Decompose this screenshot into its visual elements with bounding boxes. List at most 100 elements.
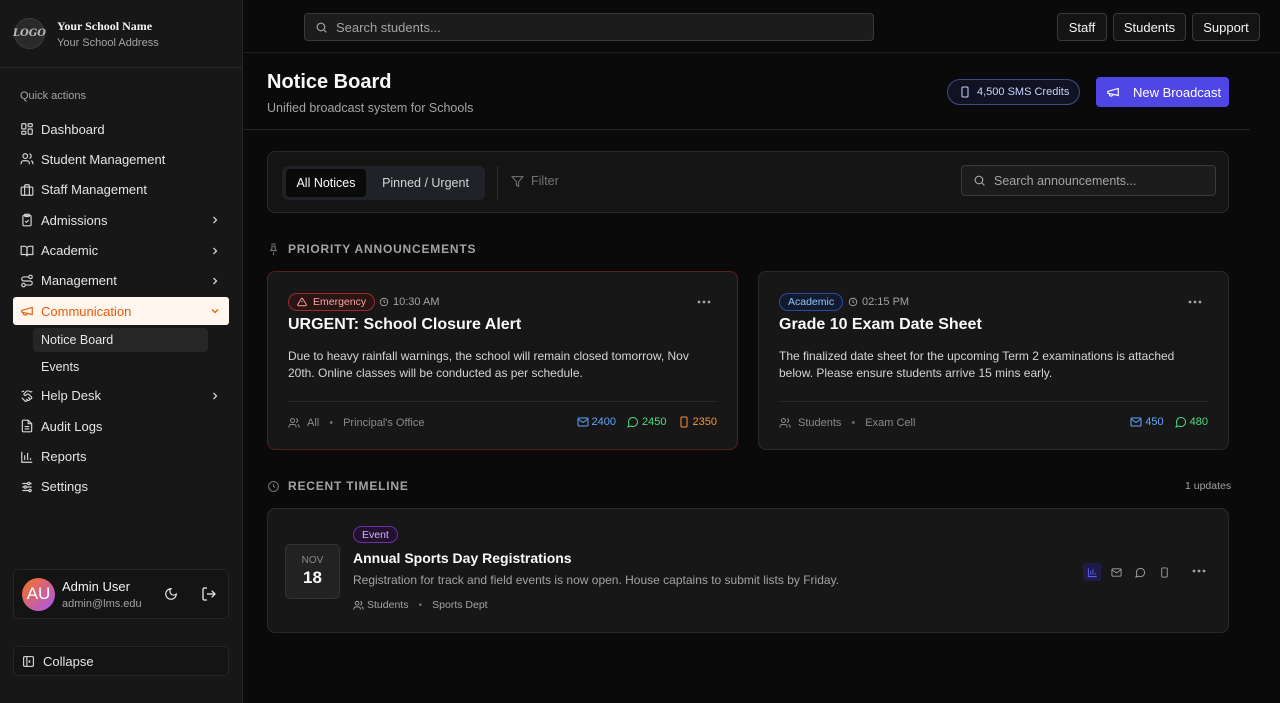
moon-icon	[164, 588, 177, 600]
timeline-meta: Students • Sports Dept	[353, 599, 488, 611]
announcement-card[interactable]: Emergency 10:30 AM URGENT: School Closur…	[267, 271, 738, 450]
book-icon	[20, 245, 34, 256]
collapse-label: Collapse	[43, 653, 94, 669]
user-card: AU Admin User admin@lms.edu	[13, 569, 229, 619]
sidebar-item-management[interactable]: Management	[13, 267, 229, 295]
audience: Students	[367, 599, 409, 611]
announcement-search-input[interactable]: Search announcements...	[961, 165, 1216, 196]
sidebar-item-academic[interactable]: Academic	[13, 237, 229, 265]
email-count: 450	[1130, 416, 1164, 428]
announcement-body: The finalized date sheet for the upcomin…	[779, 349, 1175, 380]
sidebar-item-label: Help Desk	[41, 388, 101, 404]
logout-button[interactable]	[199, 584, 219, 604]
collapse-button[interactable]: Collapse	[13, 646, 229, 676]
sidebar-item-communication[interactable]: Communication	[13, 297, 229, 326]
sidebar-item-help-desk[interactable]: Help Desk	[13, 382, 229, 410]
clock-icon	[268, 480, 279, 492]
audience: All	[307, 417, 320, 429]
support-button[interactable]: Support	[1192, 13, 1260, 41]
filter-bar: All Notices Pinned / Urgent Filter Searc…	[267, 151, 1229, 213]
sidebar: LOGO Your School Name Your School Addres…	[0, 0, 243, 703]
route-icon	[21, 274, 33, 288]
staff-button[interactable]: Staff	[1057, 13, 1107, 41]
page-title: Notice Board	[267, 71, 392, 93]
brand[interactable]: LOGO Your School Name Your School Addres…	[0, 0, 242, 68]
timeline-actions	[1083, 563, 1179, 581]
megaphone-icon	[1107, 87, 1119, 97]
delivery-stats: 450 480	[1119, 416, 1208, 428]
sms-button[interactable]	[1155, 563, 1173, 581]
whatsapp-count: 480	[1174, 416, 1208, 428]
users-icon	[288, 418, 300, 428]
chevron-right-icon	[213, 247, 218, 255]
tab-all-notices[interactable]: All Notices	[286, 169, 366, 197]
sidebar-item-student-management[interactable]: Student Management	[13, 145, 229, 173]
sidebar-nav: Dashboard Student Management Staff Manag…	[13, 115, 229, 503]
tab-pinned-urgent[interactable]: Pinned / Urgent	[370, 169, 481, 197]
timeline-description: Registration for track and field events …	[353, 573, 840, 587]
more-options-icon[interactable]	[1192, 569, 1206, 573]
search-icon	[974, 175, 985, 186]
theme-toggle-button[interactable]	[161, 584, 181, 604]
more-options-icon[interactable]	[697, 300, 711, 304]
briefcase-icon	[20, 183, 34, 196]
timeline-item[interactable]: NOV 18 Event Annual Sports Day Registrat…	[267, 508, 1229, 633]
sidebar-item-reports[interactable]: Reports	[13, 443, 229, 471]
source: Sports Dept	[432, 599, 488, 611]
sms-credits-badge[interactable]: 4,500 SMS Credits	[947, 79, 1080, 105]
sidebar-item-label: Student Management	[41, 151, 166, 167]
priority-section-label: PRIORITY ANNOUNCEMENTS	[267, 242, 476, 256]
sidebar-subitem-events[interactable]: Events	[33, 355, 208, 379]
page-header: Notice Board Unified broadcast system fo…	[244, 54, 1250, 130]
bar-chart-icon	[21, 451, 33, 463]
sidebar-item-dashboard[interactable]: Dashboard	[13, 115, 229, 143]
new-broadcast-button[interactable]: New Broadcast	[1096, 77, 1229, 107]
separator-dot: •	[418, 599, 423, 611]
users-icon	[353, 600, 364, 610]
sidebar-item-label: Audit Logs	[41, 418, 103, 434]
students-button[interactable]: Students	[1113, 13, 1186, 41]
sidebar-item-label: Settings	[41, 479, 88, 495]
announcement-title: Grade 10 Exam Date Sheet	[779, 316, 982, 333]
emergency-tag: Emergency	[288, 293, 376, 311]
avatar[interactable]: AU	[22, 577, 55, 611]
sidebar-item-label: Reports	[41, 449, 87, 465]
delivery-stats: 2400 2450 2350	[566, 416, 717, 428]
message-circle-icon	[1174, 417, 1186, 428]
alert-triangle-icon	[297, 297, 307, 307]
panel-left-icon	[23, 655, 34, 667]
email-count: 2400	[577, 416, 616, 428]
school-name: Your School Name	[57, 18, 153, 33]
whatsapp-button[interactable]	[1131, 563, 1149, 581]
sidebar-item-audit-logs[interactable]: Audit Logs	[13, 412, 229, 440]
logout-icon	[201, 587, 216, 601]
date-day: 18	[303, 568, 322, 587]
student-search-input[interactable]: Search students...	[304, 13, 874, 41]
sidebar-item-settings[interactable]: Settings	[13, 473, 229, 501]
separator-dot: •	[851, 417, 856, 429]
divider	[497, 166, 498, 200]
more-options-icon[interactable]	[1188, 300, 1202, 304]
academic-tag: Academic	[779, 293, 844, 311]
sidebar-item-staff-management[interactable]: Staff Management	[13, 176, 229, 204]
announcement-meta: Students • Exam Cell	[779, 417, 915, 429]
search-placeholder: Search announcements...	[994, 173, 1137, 188]
smartphone-icon	[961, 86, 969, 98]
filter-label: Filter	[531, 174, 559, 188]
mail-icon	[577, 417, 589, 427]
analytics-button[interactable]	[1083, 563, 1101, 581]
email-button[interactable]	[1107, 563, 1125, 581]
bar-chart-icon	[1087, 567, 1097, 577]
sidebar-item-admissions[interactable]: Admissions	[13, 206, 229, 234]
sms-credits-text: 4,500 SMS Credits	[977, 86, 1070, 98]
chevron-right-icon	[213, 216, 218, 224]
whatsapp-count: 2450	[627, 416, 667, 428]
users-icon	[20, 153, 34, 165]
school-address: Your School Address	[57, 36, 159, 49]
announcement-card[interactable]: Academic 02:15 PM Grade 10 Exam Date She…	[758, 271, 1229, 450]
sidebar-subitem-notice-board[interactable]: Notice Board	[33, 327, 208, 352]
filter-button[interactable]: Filter	[511, 174, 559, 188]
sidebar-item-label: Dashboard	[41, 121, 105, 137]
pin-icon	[269, 243, 278, 255]
school-logo: LOGO	[13, 18, 46, 49]
